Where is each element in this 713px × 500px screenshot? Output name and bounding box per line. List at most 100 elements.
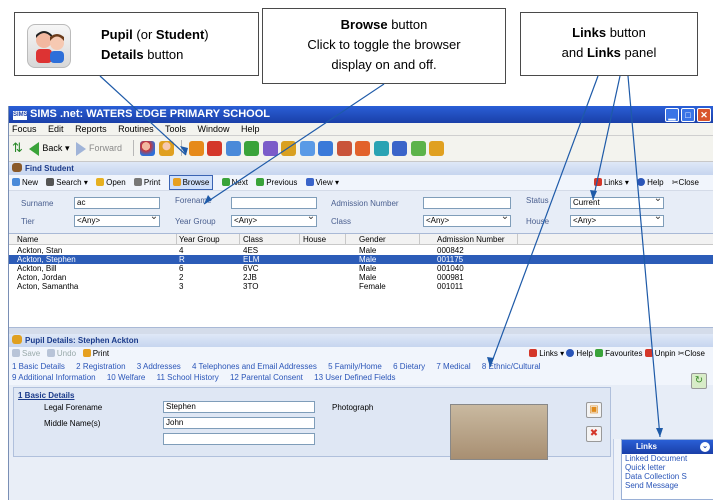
table-row[interactable]: Acton, Samantha 3 3TO Female 001011: [9, 282, 713, 291]
star-icon[interactable]: [373, 140, 389, 156]
timetable-icon[interactable]: [410, 140, 426, 156]
col-year-group[interactable]: Year Group: [179, 235, 220, 244]
link-send-message[interactable]: Send Message: [622, 481, 713, 490]
document-icon[interactable]: [299, 140, 315, 156]
year-group-select[interactable]: <Any>: [231, 212, 317, 227]
status-label: Status: [526, 196, 549, 205]
clock-icon[interactable]: [355, 140, 371, 156]
help-button[interactable]: Help: [566, 349, 593, 358]
close-window-button[interactable]: ✕: [697, 108, 711, 122]
tab-addresses[interactable]: 3 Addresses: [137, 362, 181, 371]
back-arrow-icon: [29, 141, 40, 156]
col-house[interactable]: House: [303, 235, 326, 244]
tab-ethnic-cultural[interactable]: 8 Ethnic/Cultural: [482, 362, 541, 371]
menu-help[interactable]: Help: [241, 124, 260, 134]
calendar-icon[interactable]: [392, 140, 408, 156]
edit-icon[interactable]: [318, 140, 334, 156]
binoculars-icon: [46, 178, 55, 186]
tab-dietary[interactable]: 6 Dietary: [393, 362, 425, 371]
group-icon[interactable]: [244, 140, 260, 156]
cell-gender: Male: [359, 255, 377, 264]
flag-icon[interactable]: [207, 140, 223, 156]
menu-edit[interactable]: Edit: [48, 124, 64, 134]
photo-delete-icon[interactable]: ✖: [586, 426, 602, 442]
menu-routines[interactable]: Routines: [118, 124, 154, 134]
maximize-button[interactable]: □: [681, 108, 695, 122]
photo-browse-icon[interactable]: ▣: [586, 402, 602, 418]
cell-admission: 000981: [437, 273, 464, 282]
people-group-icon[interactable]: [429, 140, 445, 156]
close-button[interactable]: ✂Close: [678, 349, 705, 358]
status-select[interactable]: Current: [570, 194, 664, 209]
table-row-selected[interactable]: Ackton, Stephen R ELM Male 001175: [9, 255, 713, 264]
help-button[interactable]: Help: [637, 178, 664, 187]
class-select[interactable]: <Any>: [423, 212, 511, 227]
minimize-button[interactable]: ▁: [665, 108, 679, 122]
admission-number-input[interactable]: [423, 197, 511, 209]
tier-select[interactable]: <Any>: [74, 212, 160, 227]
collapse-icon[interactable]: ⌄: [700, 442, 710, 452]
view-button[interactable]: View ▾: [305, 178, 339, 187]
previous-button[interactable]: Previous: [256, 178, 297, 187]
favourites-button[interactable]: Favourites: [595, 349, 642, 358]
menu-tools[interactable]: Tools: [165, 124, 186, 134]
links-button[interactable]: Links ▾: [593, 178, 629, 187]
users-icon[interactable]: [336, 140, 352, 156]
link-linked-document[interactable]: Linked Document: [622, 454, 713, 463]
tab-parental-consent[interactable]: 12 Parental Consent: [230, 373, 303, 382]
people-icon[interactable]: [225, 140, 241, 156]
favourites-side-icon[interactable]: ↻: [691, 373, 707, 389]
forward-button[interactable]: Forward: [75, 140, 122, 156]
scrollbar[interactable]: [613, 439, 621, 500]
print-button[interactable]: Print: [133, 178, 160, 187]
forename-input[interactable]: [231, 197, 317, 209]
tab-welfare[interactable]: 10 Welfare: [107, 373, 146, 382]
printer-icon: [133, 178, 142, 186]
links-button-details[interactable]: Links ▾: [529, 349, 564, 358]
tab-family-home[interactable]: 5 Family/Home: [328, 362, 382, 371]
pupil-details-icon[interactable]: [140, 140, 156, 156]
surname-input-details[interactable]: [163, 433, 315, 445]
undo-button[interactable]: Undo: [46, 349, 76, 358]
link-data-collection[interactable]: Data Collection S: [622, 472, 713, 481]
report-icon[interactable]: [281, 140, 297, 156]
new-button[interactable]: New: [12, 178, 38, 187]
col-gender[interactable]: Gender: [359, 235, 386, 244]
browse-button[interactable]: Browse: [168, 175, 214, 190]
print-button[interactable]: Print: [82, 349, 109, 358]
open-button[interactable]: Open: [96, 178, 126, 187]
close-button[interactable]: ✂Close: [672, 178, 699, 187]
cell-class: 4ES: [243, 246, 259, 255]
house-select[interactable]: <Any>: [570, 212, 664, 227]
back-button[interactable]: Back ▾: [29, 140, 69, 156]
middle-name-input[interactable]: John: [163, 417, 315, 429]
menu-focus[interactable]: Focus: [12, 124, 37, 134]
table-row[interactable]: Ackton, Stan 4 4ES Male 000842: [9, 246, 713, 255]
tab-telephones[interactable]: 4 Telephones and Email Addresses: [192, 362, 317, 371]
tab-additional-information[interactable]: 9 Additional Information: [12, 373, 96, 382]
next-button[interactable]: Next: [221, 178, 248, 187]
search-button[interactable]: Search ▾: [46, 178, 88, 187]
chart-icon[interactable]: [262, 140, 278, 156]
menu-reports[interactable]: Reports: [75, 124, 107, 134]
save-button[interactable]: Save: [12, 349, 40, 358]
table-row[interactable]: Acton, Jordan 2 2JB Male 000981: [9, 273, 713, 282]
table-row[interactable]: Ackton, Bill 6 6VC Male 001040: [9, 264, 713, 273]
swap-icon[interactable]: ⇅: [12, 140, 23, 156]
link-quick-letter[interactable]: Quick letter: [622, 463, 713, 472]
col-name[interactable]: Name: [17, 235, 38, 244]
surname-input[interactable]: ac: [74, 197, 160, 209]
book-icon[interactable]: [188, 140, 204, 156]
tab-registration[interactable]: 2 Registration: [76, 362, 125, 371]
cell-year: 6: [179, 264, 184, 273]
tab-user-defined-fields[interactable]: 13 User Defined Fields: [314, 373, 395, 382]
unpin-button[interactable]: Unpin: [644, 349, 676, 358]
tab-medical[interactable]: 7 Medical: [436, 362, 470, 371]
menu-window[interactable]: Window: [198, 124, 230, 134]
tab-school-history[interactable]: 11 School History: [157, 373, 219, 382]
legal-forename-input[interactable]: Stephen: [163, 401, 315, 413]
col-admission-number[interactable]: Admission Number: [437, 235, 505, 244]
col-class[interactable]: Class: [243, 235, 263, 244]
tab-basic-details[interactable]: 1 Basic Details: [12, 362, 65, 371]
contact-icon[interactable]: [158, 140, 174, 156]
